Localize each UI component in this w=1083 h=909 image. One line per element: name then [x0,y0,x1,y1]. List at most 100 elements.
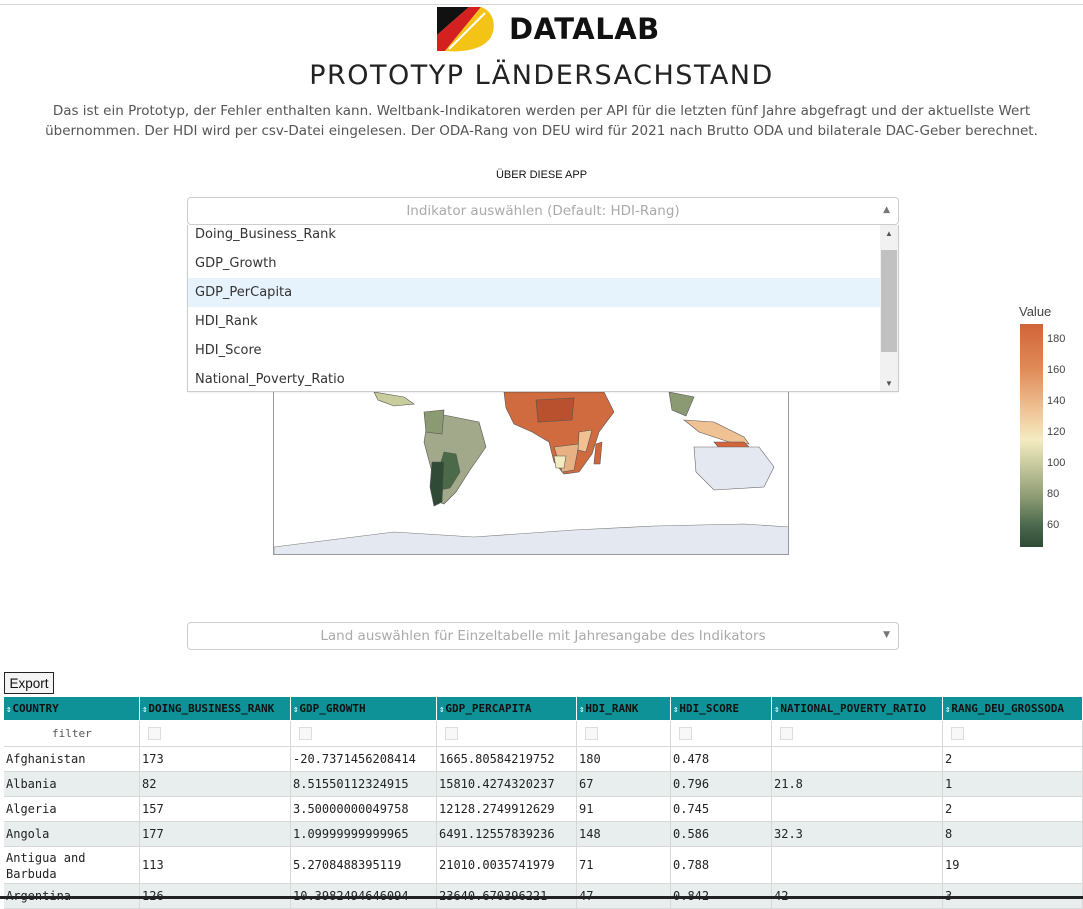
sort-icon[interactable]: ⇕ [142,705,147,715]
table-cell-country[interactable]: Antigua and Barbuda [4,847,140,884]
table-cell-gdp-percapita[interactable]: 15810.4274320237 [437,772,577,797]
table-cell-doing-business-rank[interactable]: 113 [140,847,291,884]
table-cell-national-poverty-ratio[interactable] [772,747,943,772]
dropdown-option-gdp-growth[interactable]: GDP_Growth [188,249,880,278]
sort-icon[interactable]: ⇕ [673,705,678,715]
colorbar-tick: 140 [1047,395,1066,407]
table-cell-hdi-rank[interactable]: 91 [577,797,671,822]
filter-cell-gdp-growth[interactable] [291,721,437,747]
about-app-link[interactable]: ÜBER DIESE APP [0,169,1083,181]
filter-cell-country[interactable]: filter data... [4,721,140,747]
filter-input[interactable]: filter data... [52,727,98,746]
table-cell-rang-deu-grossoda[interactable]: 1 [943,772,1083,797]
filter-cell-rang-deu-grossoda[interactable] [943,721,1083,747]
sort-icon[interactable]: ⇕ [774,705,779,715]
column-header-gdp-growth[interactable]: ⇕GDP_GROWTH [291,697,437,721]
table-cell-country[interactable]: Angola [4,822,140,847]
filter-toggle-icon[interactable] [585,727,598,740]
dropdown-option-hdi-score[interactable]: HDI_Score [188,336,880,365]
table-cell-national-poverty-ratio[interactable] [772,847,943,884]
table-cell-gdp-growth[interactable]: 3.50000000049758 [291,797,437,822]
choropleth-map[interactable] [273,392,789,555]
dropdown-option-doing-business-rank[interactable]: Doing_Business_Rank [188,225,880,249]
column-header-hdi-rank[interactable]: ⇕HDI_RANK [577,697,671,721]
export-button[interactable]: Export [4,672,54,694]
table-cell-doing-business-rank[interactable]: 177 [140,822,291,847]
table-cell-hdi-score[interactable]: 0.478 [671,747,772,772]
table-cell-national-poverty-ratio[interactable]: 32.3 [772,822,943,847]
table-cell-doing-business-rank[interactable]: 173 [140,747,291,772]
table-cell-doing-business-rank[interactable]: 82 [140,772,291,797]
table-cell-gdp-percapita[interactable]: 6491.12557839236 [437,822,577,847]
indicator-dropdown-placeholder: Indikator auswählen (Default: HDI-Rang) [406,203,680,219]
table-cell-hdi-rank[interactable]: 148 [577,822,671,847]
column-header-label: GDP_PERCAPITA [445,702,532,715]
filter-cell-hdi-score[interactable] [671,721,772,747]
filter-cell-national-poverty-ratio[interactable] [772,721,943,747]
table-cell-hdi-score[interactable]: 0.796 [671,772,772,797]
table-cell-hdi-score[interactable]: 0.788 [671,847,772,884]
filter-cell-hdi-rank[interactable] [577,721,671,747]
datalab-logo-icon [435,5,495,53]
table-cell-country[interactable]: Albania [4,772,140,797]
chevron-up-icon[interactable]: ▲ [883,205,890,215]
indicator-dropdown[interactable]: Indikator auswählen (Default: HDI-Rang) … [187,197,899,225]
sort-icon[interactable]: ⇕ [439,705,444,715]
table-cell-country[interactable]: Afghanistan [4,747,140,772]
filter-toggle-icon[interactable] [299,727,312,740]
filter-cell-gdp-percapita[interactable] [437,721,577,747]
column-header-rang-deu-grossoda[interactable]: ⇕RANG_DEU_GROSSODA [943,697,1083,721]
scroll-down-icon[interactable]: ▼ [880,379,898,388]
table-cell-national-poverty-ratio[interactable]: 21.8 [772,772,943,797]
table-cell-gdp-percapita[interactable]: 21010.0035741979 [437,847,577,884]
colorbar-tick: 60 [1047,519,1060,531]
column-header-label: COUNTRY [12,702,59,715]
table-cell-country[interactable]: Algeria [4,797,140,822]
filter-toggle-icon[interactable] [148,727,161,740]
table-cell-rang-deu-grossoda[interactable]: 8 [943,822,1083,847]
table-cell-gdp-percapita[interactable]: 12128.2749912629 [437,797,577,822]
sort-icon[interactable]: ⇕ [293,705,298,715]
dropdown-option-gdp-percapita[interactable]: GDP_PerCapita [188,278,880,307]
sort-icon[interactable]: ⇕ [945,705,950,715]
table-cell-hdi-rank[interactable]: 71 [577,847,671,884]
table-cell-doing-business-rank[interactable]: 157 [140,797,291,822]
world-map [274,392,788,554]
column-header-label: NATIONAL_POVERTY_RATIO [780,702,927,715]
filter-toggle-icon[interactable] [780,727,793,740]
table-cell-gdp-growth[interactable]: -20.7371456208414 [291,747,437,772]
column-header-national-poverty-ratio[interactable]: ⇕NATIONAL_POVERTY_RATIO [772,697,943,721]
country-dropdown[interactable]: Land auswählen für Einzeltabelle mit Jah… [187,622,899,650]
filter-toggle-icon[interactable] [679,727,692,740]
table-cell-hdi-score[interactable]: 0.586 [671,822,772,847]
column-header-gdp-percapita[interactable]: ⇕GDP_PERCAPITA [437,697,577,721]
dropdown-option-hdi-rank[interactable]: HDI_Rank [188,307,880,336]
table-cell-hdi-rank[interactable]: 67 [577,772,671,797]
scrollbar-thumb[interactable] [881,250,897,352]
column-header-hdi-score[interactable]: ⇕HDI_SCORE [671,697,772,721]
table-cell-rang-deu-grossoda[interactable]: 19 [943,847,1083,884]
table-cell-gdp-growth[interactable]: 5.2708488395119 [291,847,437,884]
filter-toggle-icon[interactable] [445,727,458,740]
indicator-dropdown-menu[interactable]: Doing_Business_Rank GDP_Growth GDP_PerCa… [187,225,899,392]
table-cell-hdi-rank[interactable]: 180 [577,747,671,772]
filter-toggle-icon[interactable] [951,727,964,740]
sort-icon[interactable]: ⇕ [6,705,11,715]
table-cell-gdp-percapita[interactable]: 1665.80584219752 [437,747,577,772]
dropdown-scrollbar[interactable]: ▲ ▼ [880,225,898,391]
table-row: Antigua and Barbuda 113 5.2708488395119 210… [4,847,1083,884]
table-cell-gdp-growth[interactable]: 1.09999999999965 [291,822,437,847]
dropdown-option-national-poverty-ratio[interactable]: National_Poverty_Ratio [188,365,880,391]
scroll-up-icon[interactable]: ▲ [880,229,898,238]
column-header-country[interactable]: ⇕COUNTRY [4,697,140,721]
filter-cell-doing-business-rank[interactable] [140,721,291,747]
table-cell-hdi-score[interactable]: 0.745 [671,797,772,822]
data-table[interactable]: ⇕COUNTRY ⇕DOING_BUSINESS_RANK ⇕GDP_GROWTH ⇕… [4,697,1083,909]
sort-icon[interactable]: ⇕ [579,705,584,715]
chevron-down-icon[interactable]: ▼ [883,630,890,640]
table-cell-rang-deu-grossoda[interactable]: 2 [943,797,1083,822]
table-cell-national-poverty-ratio[interactable] [772,797,943,822]
column-header-doing-business-rank[interactable]: ⇕DOING_BUSINESS_RANK [140,697,291,721]
table-cell-rang-deu-grossoda[interactable]: 2 [943,747,1083,772]
table-cell-gdp-growth[interactable]: 8.51550112324915 [291,772,437,797]
